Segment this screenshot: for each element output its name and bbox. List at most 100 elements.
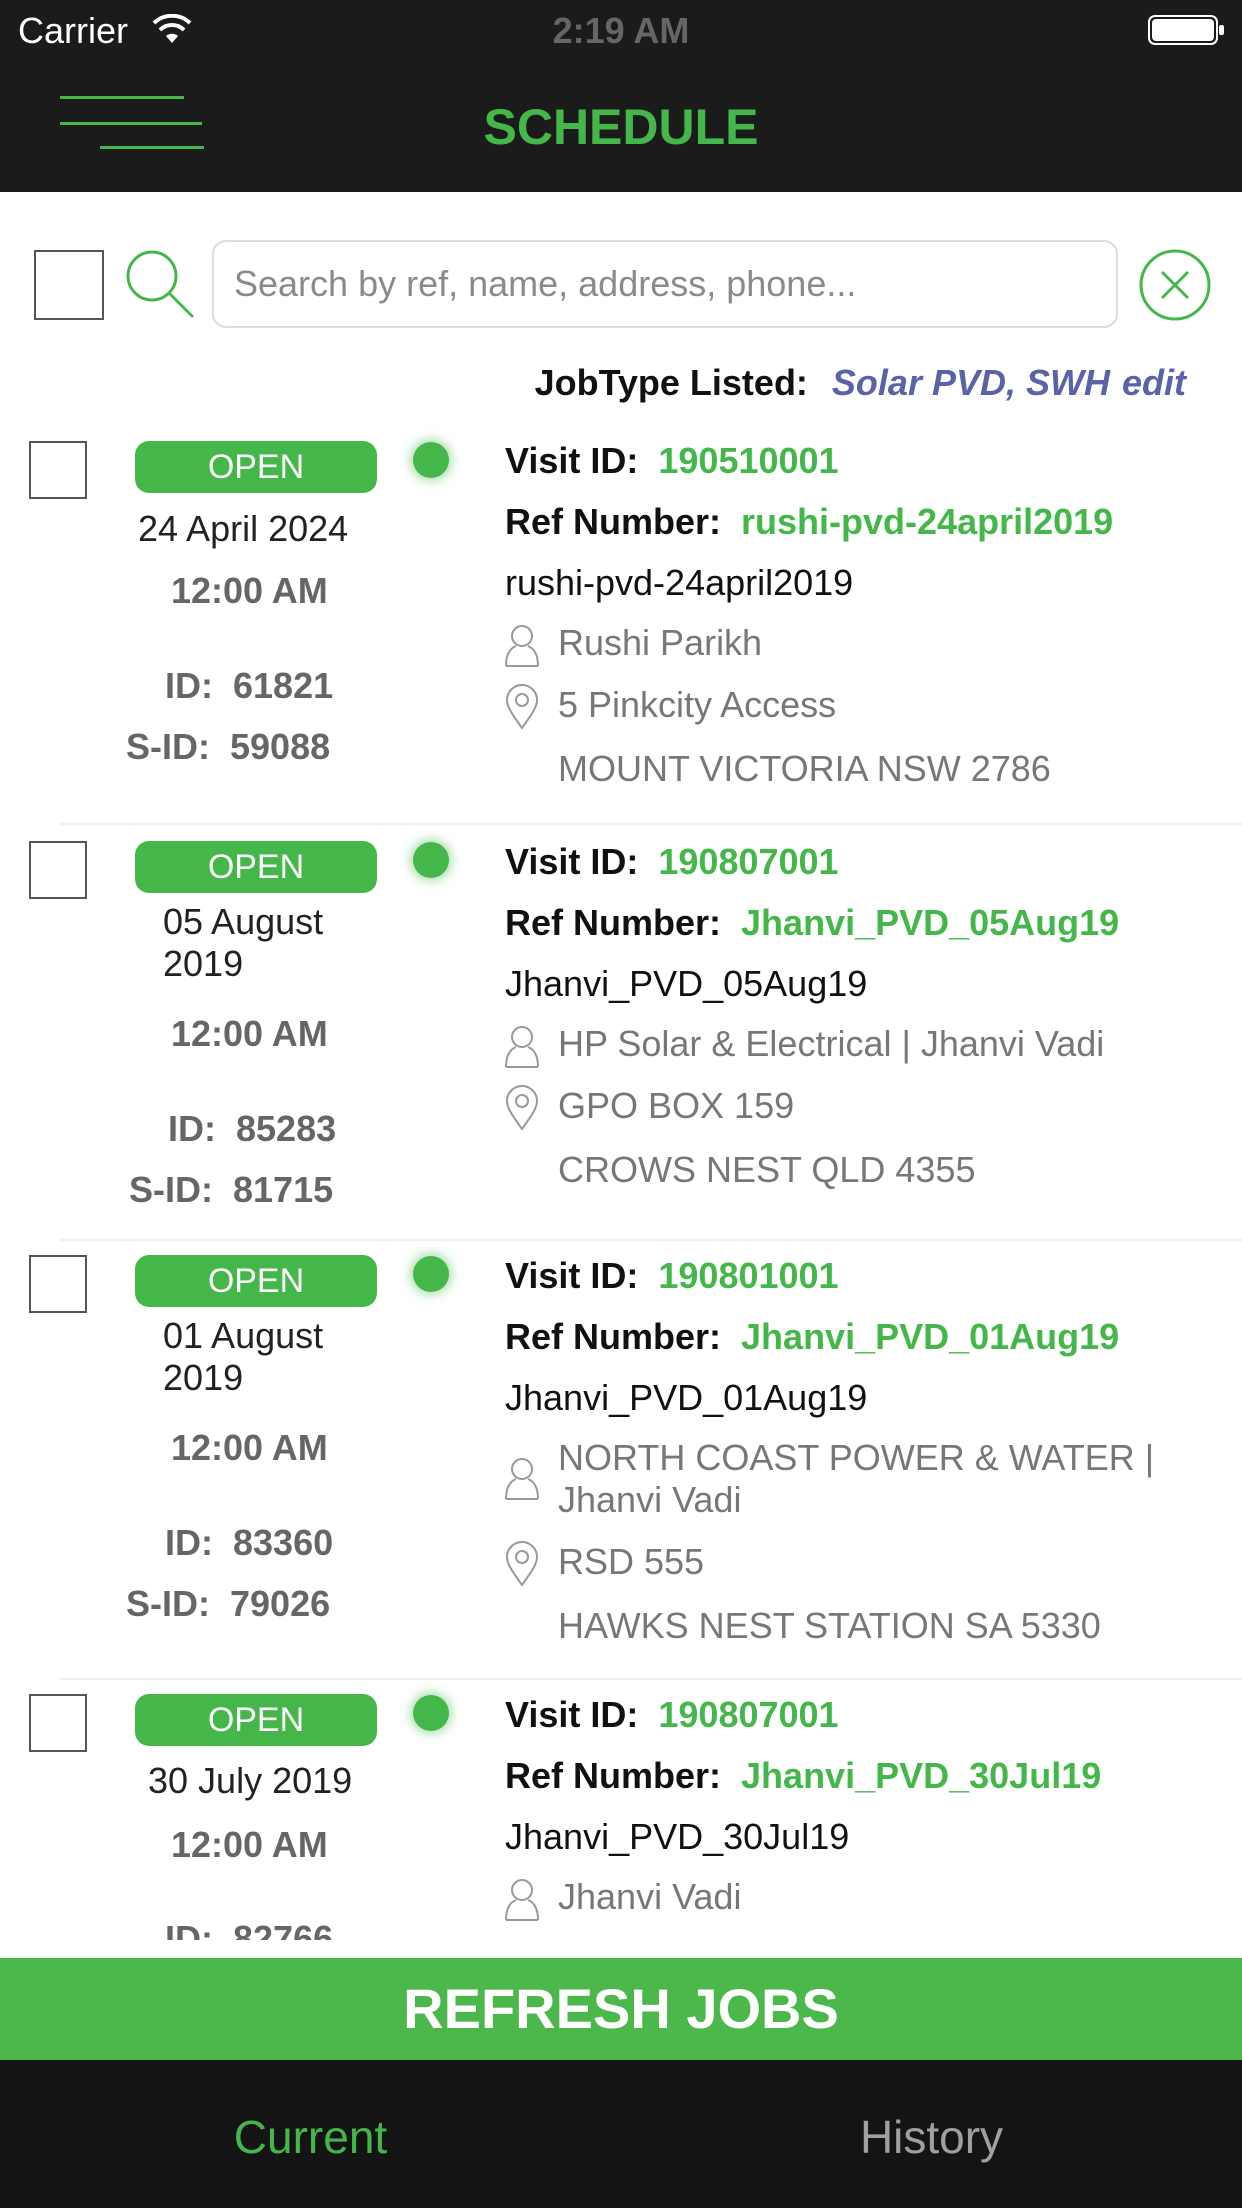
job-checkbox[interactable] bbox=[29, 1255, 87, 1313]
address-line1: GPO BOX 159 bbox=[558, 1085, 795, 1126]
sid-label: S-ID: bbox=[126, 1583, 210, 1624]
ref-text: Jhanvi_PVD_30Jul19 bbox=[505, 1816, 850, 1857]
job-row[interactable]: OPEN 24 April 2024 12:00 AM ID: 61821 S-I… bbox=[0, 420, 1242, 825]
job-sid-line: S-ID: 79026 bbox=[126, 1583, 330, 1625]
visit-id-value: 190801001 bbox=[658, 1255, 839, 1296]
ref-number-line: Ref Number: Jhanvi_PVD_05Aug19 bbox=[505, 902, 1119, 944]
id-label: ID: bbox=[165, 1522, 213, 1563]
battery-icon bbox=[1148, 15, 1224, 45]
ref-text: Jhanvi_PVD_05Aug19 bbox=[505, 963, 868, 1004]
job-row[interactable]: OPEN 01 August 2019 12:00 AM ID: 83360 S-… bbox=[0, 1241, 1242, 1680]
job-list[interactable]: OPEN 24 April 2024 12:00 AM ID: 61821 S-I… bbox=[0, 420, 1242, 1940]
sid-label: S-ID: bbox=[129, 1169, 213, 1210]
address-line2: HAWKS NEST STATION SA 5330 bbox=[558, 1605, 1101, 1646]
visit-id-line: Visit ID: 190807001 bbox=[505, 1694, 839, 1736]
ref-text: Jhanvi_PVD_01Aug19 bbox=[505, 1377, 868, 1418]
job-id: 83360 bbox=[233, 1522, 334, 1563]
visit-id-line: Visit ID: 190510001 bbox=[505, 440, 839, 482]
status-badge: OPEN bbox=[135, 1694, 377, 1746]
job-date: 24 April 2024 bbox=[138, 508, 349, 549]
search-input[interactable] bbox=[212, 240, 1118, 328]
contact-name: Jhanvi Vadi bbox=[558, 1876, 742, 1917]
page-title: SCHEDULE bbox=[483, 99, 759, 155]
search-icon[interactable] bbox=[122, 246, 196, 320]
ref-number-line: Ref Number: Jhanvi_PVD_30Jul19 bbox=[505, 1755, 1101, 1797]
job-id-line: ID: 61821 bbox=[165, 665, 333, 707]
visit-id-line: Visit ID: 190807001 bbox=[505, 841, 839, 883]
visit-id-line: Visit ID: 190801001 bbox=[505, 1255, 839, 1297]
ref-number-value: Jhanvi_PVD_05Aug19 bbox=[741, 902, 1120, 943]
job-sid-line: S-ID: 81715 bbox=[129, 1169, 333, 1211]
job-id-line: ID: 83360 bbox=[165, 1522, 333, 1564]
contact-name: NORTH COAST POWER & WATER | Jhanvi Vadi bbox=[558, 1437, 1155, 1520]
visit-id-label: Visit ID: bbox=[505, 440, 639, 481]
job-row[interactable]: OPEN 05 August 2019 12:00 AM ID: 85283 S-… bbox=[0, 825, 1242, 1241]
id-label: ID: bbox=[168, 1108, 216, 1149]
visit-id-label: Visit ID: bbox=[505, 841, 639, 882]
select-all-checkbox[interactable] bbox=[34, 250, 104, 320]
address-line1: RSD 555 bbox=[558, 1541, 705, 1582]
person-icon bbox=[505, 1458, 539, 1500]
person-icon bbox=[505, 625, 539, 667]
job-time: 12:00 AM bbox=[171, 570, 328, 611]
visit-id-label: Visit ID: bbox=[505, 1255, 639, 1296]
job-id-line: ID: 85283 bbox=[168, 1108, 336, 1150]
job-id: 61821 bbox=[233, 665, 334, 706]
status-badge: OPEN bbox=[135, 441, 377, 493]
ref-number-value: Jhanvi_PVD_30Jul19 bbox=[741, 1755, 1102, 1796]
job-sid: 79026 bbox=[230, 1583, 331, 1624]
contact-name: HP Solar & Electrical | Jhanvi Vadi bbox=[558, 1023, 1105, 1064]
job-id: 85283 bbox=[236, 1108, 337, 1149]
job-type-label: JobType Listed: bbox=[534, 362, 808, 403]
ref-number-label: Ref Number: bbox=[505, 902, 722, 943]
job-date: 01 August 2019 bbox=[163, 1315, 324, 1398]
nav-bar: SCHEDULE bbox=[0, 60, 1242, 192]
job-checkbox[interactable] bbox=[29, 1694, 87, 1752]
ref-number-line: Ref Number: Jhanvi_PVD_01Aug19 bbox=[505, 1316, 1119, 1358]
visit-id-label: Visit ID: bbox=[505, 1694, 639, 1735]
location-pin-icon bbox=[505, 684, 539, 730]
job-time: 12:00 AM bbox=[171, 1427, 328, 1468]
person-icon bbox=[505, 1026, 539, 1068]
job-sid-line: S-ID: 59088 bbox=[126, 726, 330, 768]
status-dot bbox=[413, 1695, 449, 1731]
clear-search-icon[interactable] bbox=[1138, 248, 1212, 322]
tab-history[interactable]: History bbox=[621, 2110, 1242, 2164]
status-badge: OPEN bbox=[135, 841, 377, 893]
tab-current[interactable]: Current bbox=[0, 2110, 621, 2164]
job-id-line: ID: 82766 bbox=[165, 1918, 333, 1940]
status-badge: OPEN bbox=[135, 1255, 377, 1307]
job-id: 82766 bbox=[233, 1918, 334, 1940]
ref-number-line: Ref Number: rushi-pvd-24april2019 bbox=[505, 501, 1113, 543]
address-line1: 5 Pinkcity Access bbox=[558, 684, 837, 725]
job-sid: 81715 bbox=[233, 1169, 334, 1210]
ref-number-value: Jhanvi_PVD_01Aug19 bbox=[741, 1316, 1120, 1357]
visit-id-value: 190807001 bbox=[658, 841, 839, 882]
job-date: 05 August 2019 bbox=[163, 901, 324, 984]
tab-bar: Current History bbox=[0, 2060, 1242, 2208]
sid-label: S-ID: bbox=[126, 726, 210, 767]
person-icon bbox=[505, 1879, 539, 1921]
job-row[interactable]: OPEN 30 July 2019 12:00 AM ID: 82766 Visi… bbox=[0, 1680, 1242, 1940]
job-type-value: Solar PVD, SWH bbox=[831, 362, 1110, 403]
job-checkbox[interactable] bbox=[29, 441, 87, 499]
job-date: 30 July 2019 bbox=[148, 1760, 353, 1801]
job-time: 12:00 AM bbox=[171, 1824, 328, 1865]
ref-number-label: Ref Number: bbox=[505, 1755, 722, 1796]
location-pin-icon bbox=[505, 1085, 539, 1131]
status-dot bbox=[413, 1256, 449, 1292]
job-sid: 59088 bbox=[230, 726, 331, 767]
refresh-jobs-button[interactable]: REFRESH JOBS bbox=[0, 1958, 1242, 2060]
job-checkbox[interactable] bbox=[29, 841, 87, 899]
ref-text: rushi-pvd-24april2019 bbox=[505, 562, 854, 603]
location-pin-icon bbox=[505, 1541, 539, 1587]
ref-number-label: Ref Number: bbox=[505, 1316, 722, 1357]
id-label: ID: bbox=[165, 665, 213, 706]
visit-id-value: 190510001 bbox=[658, 440, 839, 481]
status-dot bbox=[413, 842, 449, 878]
contact-name: Rushi Parikh bbox=[558, 622, 763, 663]
job-type-edit-link[interactable]: edit bbox=[1122, 362, 1186, 403]
visit-id-value: 190807001 bbox=[658, 1694, 839, 1735]
id-label: ID: bbox=[165, 1918, 213, 1940]
ref-number-label: Ref Number: bbox=[505, 501, 722, 542]
